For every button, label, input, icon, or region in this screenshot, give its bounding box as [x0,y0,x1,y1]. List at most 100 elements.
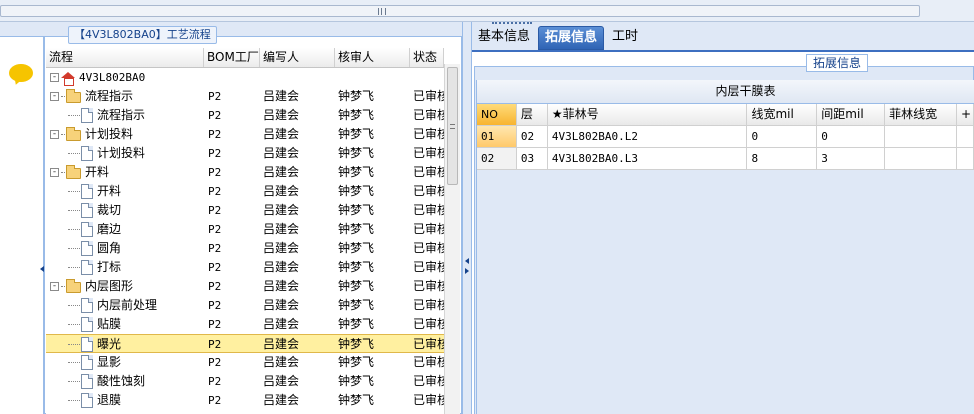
column-header-reviewer[interactable]: 核审人 [335,48,410,67]
grid-cell-film-line-width[interactable] [885,126,958,148]
tree-node[interactable]: 酸性蚀刻 [46,372,204,391]
scrollbar-thumb[interactable] [447,67,458,185]
grid-header-add[interactable]: + [957,104,974,126]
tab-work-hours[interactable]: 工时 [606,26,644,50]
tree-node[interactable]: 曝光 [46,335,204,352]
tree-node[interactable]: - 开料 [46,163,204,182]
tree-row[interactable]: 裁切 P2 吕建会 钟梦飞 已审核 [46,201,444,220]
grid-cell-film-no[interactable]: 4V3L802BA0.L3 [547,148,748,170]
grid-cell-extra[interactable] [957,148,974,170]
grid-cell-film-no[interactable]: 4V3L802BA0.L2 [547,126,748,148]
grid-header-film-line-width[interactable]: 菲林线宽 [885,104,958,126]
tree-node[interactable]: - 流程指示 [46,87,204,106]
tree-node[interactable]: 退膜 [46,391,204,410]
tree-node[interactable]: 裁切 [46,201,204,220]
tree-row[interactable]: - 开料 P2 吕建会 钟梦飞 已审核 [46,163,444,182]
tab-basic-info[interactable]: 基本信息 [472,26,536,50]
collapse-left-icon[interactable] [465,258,469,264]
tree-node[interactable]: 流程指示 [46,106,204,125]
document-icon [81,393,93,408]
tree-connector [68,267,80,268]
tree-row[interactable]: - 流程指示 P2 吕建会 钟梦飞 已审核 [46,87,444,106]
cell-status: 已审核 [413,108,444,122]
cell-writer: 吕建会 [263,355,300,369]
tree-row[interactable]: - 计划投料 P2 吕建会 钟梦飞 已审核 [46,125,444,144]
tab-drag-handle[interactable] [492,22,532,24]
tree-vertical-scrollbar[interactable] [444,64,460,414]
cell-reviewer: 钟梦飞 [338,374,375,388]
tree-node[interactable]: 磨边 [46,220,204,239]
collapse-toggle-icon[interactable]: - [50,92,59,101]
vertical-splitter[interactable] [462,22,472,414]
grid-cell-line-width[interactable]: 8 [747,148,818,170]
tree-row[interactable]: - 4V3L802BA0 [46,68,444,87]
tree-row[interactable]: 内层前处理 P2 吕建会 钟梦飞 已审核 [46,296,444,315]
tree-node[interactable]: 计划投料 [46,144,204,163]
tab-extended-info[interactable]: 拓展信息 [538,26,605,50]
tree-row[interactable]: 退膜 P2 吕建会 钟梦飞 已审核 [46,391,444,410]
grid-header-film-no[interactable]: ★菲林号 [547,104,748,126]
tree-row[interactable]: 计划投料 P2 吕建会 钟梦飞 已审核 [46,144,444,163]
cell-writer: 吕建会 [263,317,300,331]
cell-status: 已审核 [413,165,444,179]
grid-cell-spacing[interactable]: 0 [817,126,886,148]
grid-header-spacing[interactable]: 间距mil [817,104,886,126]
tree-node[interactable]: 贴膜 [46,315,204,334]
grid-cell-extra[interactable] [957,126,974,148]
column-header-flow[interactable]: 流程 [46,48,204,67]
grid-header-no[interactable]: NO [477,104,517,126]
collapse-toggle-icon[interactable]: - [50,73,59,82]
cell-bom-factory: P2 [208,338,222,351]
tree-row[interactable]: 打标 P2 吕建会 钟梦飞 已审核 [46,258,444,277]
grid-cell-film-line-width[interactable] [885,148,958,170]
grid-row[interactable]: 01 02 4V3L802BA0.L2 0 0 [477,126,974,148]
folder-icon [66,278,81,293]
grid-cell-no[interactable]: 01 [477,126,517,148]
grid-cell-spacing[interactable]: 3 [817,148,886,170]
grid-header-line-width[interactable]: 线宽mil [747,104,818,126]
chat-bubble-icon[interactable] [9,64,33,82]
tree-row[interactable]: 显影 P2 吕建会 钟梦飞 已审核 [46,353,444,372]
grid-cell-layer[interactable]: 03 [516,148,548,170]
tree-row[interactable]: 磨边 P2 吕建会 钟梦飞 已审核 [46,220,444,239]
tree-node[interactable]: - 计划投料 [46,125,204,144]
tree-connector [61,286,65,287]
tree-node[interactable]: 开料 [46,182,204,201]
tree-row[interactable]: 圆角 P2 吕建会 钟梦飞 已审核 [46,239,444,258]
tree-row[interactable]: 曝光 P2 吕建会 钟梦飞 已审核 [46,334,444,353]
grid-cell-layer[interactable]: 02 [516,126,548,148]
tree-node-label: 退膜 [97,393,122,407]
tree-node[interactable]: 打标 [46,258,204,277]
cell-bom-factory: P2 [208,166,222,179]
grid-cell-line-width[interactable]: 0 [747,126,818,148]
tree-row[interactable]: 开料 P2 吕建会 钟梦飞 已审核 [46,182,444,201]
splitter-grip-icon[interactable] [378,8,386,15]
collapse-toggle-icon[interactable]: - [50,168,59,177]
grid-header-layer[interactable]: 层 [516,104,548,126]
collapse-toggle-icon[interactable]: - [50,282,59,291]
collapse-toggle-icon[interactable]: - [50,130,59,139]
document-icon [81,222,93,237]
tree-row[interactable]: - 内层图形 P2 吕建会 钟梦飞 已审核 [46,277,444,296]
cell-reviewer: 钟梦飞 [338,127,375,141]
tree-node[interactable]: - 4V3L802BA0 [46,68,204,87]
tree-node[interactable]: 内层前处理 [46,296,204,315]
tree-connector [68,229,80,230]
top-bar [0,0,974,22]
column-header-writer[interactable]: 编写人 [260,48,335,67]
column-header-bom-factory[interactable]: BOM工厂 [204,48,260,67]
tree-node-label: 打标 [97,260,122,274]
tree-node[interactable]: 圆角 [46,239,204,258]
tree-node[interactable]: 显影 [46,353,204,372]
tree-node[interactable]: - 内层图形 [46,277,204,296]
grid-row[interactable]: 02 03 4V3L802BA0.L3 8 3 [477,148,974,170]
tree-row[interactable]: 流程指示 P2 吕建会 钟梦飞 已审核 [46,106,444,125]
horizontal-splitter-bar[interactable] [0,5,920,17]
tree-connector [68,305,80,306]
grid-header-row: NO 层 ★菲林号 线宽mil 间距mil 菲林线宽 + [477,104,974,126]
column-header-status[interactable]: 状态 [410,48,444,67]
collapse-right-icon[interactable] [465,268,469,274]
tree-row[interactable]: 酸性蚀刻 P2 吕建会 钟梦飞 已审核 [46,372,444,391]
tree-row[interactable]: 贴膜 P2 吕建会 钟梦飞 已审核 [46,315,444,334]
grid-cell-no[interactable]: 02 [477,148,517,170]
